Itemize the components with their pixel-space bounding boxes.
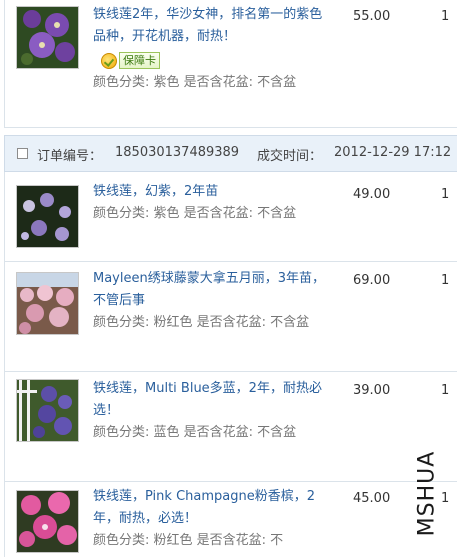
- product-sku: 颜色分类: 蓝色 是否含花盆: 不含盆: [93, 425, 297, 440]
- product-thumbnail[interactable]: [16, 272, 79, 335]
- deal-time-label: 成交时间：: [257, 149, 323, 164]
- product-title-link[interactable]: 铁线莲，Pink Champagne粉香槟，2年，耐热，必选！: [93, 486, 325, 530]
- product-quantity: 1: [441, 383, 450, 398]
- product-title-link[interactable]: 铁线莲，幻紫，2年苗: [93, 181, 325, 203]
- list-item: 铁线莲，Multi Blue多蓝，2年，耐热必选！ 颜色分类: 蓝色 是否含花盆…: [4, 372, 457, 482]
- order-list: 铁线莲2年，华沙女神，排名第一的紫色品种，开花机器，耐热！ 保障卡 颜色分类: …: [0, 0, 457, 557]
- watermark: MSHUA: [414, 445, 450, 545]
- product-price: 45.00: [353, 491, 391, 506]
- product-thumbnail[interactable]: [16, 379, 79, 442]
- list-item: 铁线莲，Pink Champagne粉香槟，2年，耐热，必选！ 颜色分类: 粉红…: [4, 482, 457, 557]
- product-thumbnail[interactable]: [16, 490, 79, 553]
- product-price: 49.00: [353, 187, 391, 202]
- order-number-label: 订单编号：: [37, 149, 103, 164]
- order-select-checkbox[interactable]: [17, 148, 28, 159]
- product-title-link[interactable]: 铁线莲2年，华沙女神，排名第一的紫色品种，开花机器，耐热！: [93, 4, 325, 48]
- watermark-text: MSHUA: [414, 450, 440, 537]
- product-quantity: 1: [441, 187, 450, 202]
- product-price: 55.00: [353, 9, 391, 24]
- product-thumbnail[interactable]: [16, 185, 79, 248]
- product-sku: 颜色分类: 紫色 是否含花盆: 不含盆: [93, 75, 297, 90]
- product-sku: 颜色分类: 粉红色 是否含花盆: 不含盆: [93, 315, 310, 330]
- guarantee-card-label: 保障卡: [119, 52, 160, 69]
- product-quantity: 1: [441, 273, 450, 288]
- product-price: 39.00: [353, 383, 391, 398]
- product-sku: 颜色分类: 紫色 是否含花盆: 不含盆: [93, 206, 297, 221]
- list-item: 铁线莲2年，华沙女神，排名第一的紫色品种，开花机器，耐热！ 保障卡 颜色分类: …: [4, 0, 457, 128]
- product-title-link[interactable]: 铁线莲，Multi Blue多蓝，2年，耐热必选！: [93, 378, 325, 422]
- list-item: 铁线莲，幻紫，2年苗 颜色分类: 紫色 是否含花盆: 不含盆 49.00 1: [4, 172, 457, 262]
- guarantee-card-badge[interactable]: 保障卡: [101, 52, 163, 69]
- product-title-link[interactable]: Mayleen绣球藤蒙大拿五月丽，3年苗，不管后事: [93, 268, 325, 312]
- guarantee-icon: [101, 52, 117, 69]
- deal-time: 2012-12-29 17:12: [334, 145, 452, 160]
- product-thumbnail[interactable]: [16, 6, 79, 69]
- order-header: 订单编号： 185030137489389 成交时间： 2012-12-29 1…: [4, 135, 457, 172]
- product-price: 69.00: [353, 273, 391, 288]
- order-number: 185030137489389: [115, 145, 240, 160]
- list-item: Mayleen绣球藤蒙大拿五月丽，3年苗，不管后事 颜色分类: 粉红色 是否含花…: [4, 262, 457, 372]
- product-sku: 颜色分类: 粉红色 是否含花盆: 不: [93, 533, 284, 548]
- product-quantity: 1: [441, 9, 450, 24]
